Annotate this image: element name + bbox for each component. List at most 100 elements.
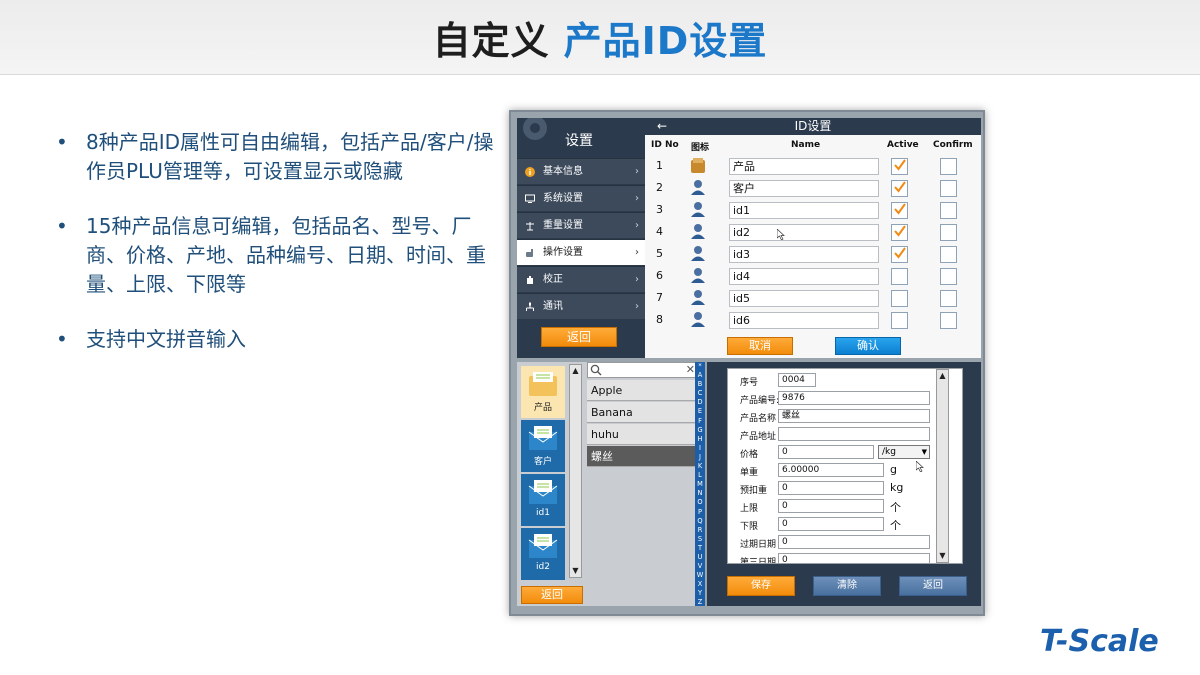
alpha-letter[interactable]: Y: [695, 589, 705, 598]
alpha-letter[interactable]: F: [695, 417, 705, 426]
detail-back-button[interactable]: 返回: [899, 576, 967, 596]
menu-item-operation[interactable]: 操作设置 ›: [517, 239, 645, 265]
field-input-address[interactable]: [778, 427, 930, 441]
search-icon: [590, 364, 602, 376]
list-item[interactable]: huhu: [587, 424, 699, 445]
alpha-letter[interactable]: N: [695, 489, 705, 498]
active-checkbox[interactable]: [891, 246, 908, 263]
field-input-lower-limit[interactable]: 0: [778, 517, 884, 531]
alpha-letter[interactable]: B: [695, 380, 705, 389]
clear-search-icon[interactable]: ✕: [686, 363, 695, 377]
tile-scrollbar[interactable]: ▲ ▼: [569, 364, 582, 578]
mouse-cursor-icon: [777, 229, 785, 240]
clear-button[interactable]: 清除: [813, 576, 881, 596]
confirm-checkbox[interactable]: [940, 312, 957, 329]
field-input-name[interactable]: 螺丝: [778, 409, 930, 423]
alpha-letter[interactable]: G: [695, 426, 705, 435]
tile-product[interactable]: 产品: [521, 366, 565, 418]
alpha-letter[interactable]: C: [695, 389, 705, 398]
id-row: 6 id4: [645, 265, 981, 287]
active-checkbox[interactable]: [891, 158, 908, 175]
confirm-checkbox[interactable]: [940, 224, 957, 241]
active-checkbox[interactable]: [891, 290, 908, 307]
id-name-field[interactable]: id4: [729, 268, 879, 285]
menu-item-label: 校正: [543, 274, 563, 285]
menu-item-basic-info[interactable]: 基本信息 ›: [517, 158, 645, 184]
menu-item-system[interactable]: 系统设置 ›: [517, 185, 645, 211]
alpha-letter[interactable]: K: [695, 462, 705, 471]
product-list-panel: 产品 客户 id1 id2 ▲ ▼ ✕ Apple Banana huhu 螺丝…: [517, 362, 699, 606]
field-input-tare[interactable]: 0: [778, 481, 884, 495]
alpha-letter[interactable]: U: [695, 553, 705, 562]
cancel-button[interactable]: 取消: [727, 337, 793, 355]
confirm-checkbox[interactable]: [940, 290, 957, 307]
field-input-price[interactable]: 0: [778, 445, 874, 459]
active-checkbox[interactable]: [891, 312, 908, 329]
price-unit-select[interactable]: /kg ▼: [878, 445, 930, 459]
scroll-down-icon[interactable]: ▼: [570, 565, 581, 577]
alpha-letter[interactable]: W: [695, 571, 705, 580]
alpha-letter[interactable]: J: [695, 453, 705, 462]
alpha-letter[interactable]: R: [695, 526, 705, 535]
field-input-serial[interactable]: 0004: [778, 373, 816, 387]
id-name-field[interactable]: 客户: [729, 180, 879, 197]
alpha-letter[interactable]: *: [695, 362, 705, 371]
confirm-checkbox[interactable]: [940, 158, 957, 175]
confirm-button[interactable]: 确认: [835, 337, 901, 355]
scroll-up-icon[interactable]: ▲: [570, 365, 581, 377]
tile-id1[interactable]: id1: [521, 474, 565, 526]
save-button[interactable]: 保存: [727, 576, 795, 596]
person-icon: [691, 290, 705, 305]
alpha-letter[interactable]: X: [695, 580, 705, 589]
alpha-letter[interactable]: V: [695, 562, 705, 571]
tile-id2[interactable]: id2: [521, 528, 565, 580]
alpha-letter[interactable]: S: [695, 535, 705, 544]
search-input[interactable]: ✕: [587, 362, 699, 378]
alpha-letter[interactable]: D: [695, 398, 705, 407]
id-number: 6: [656, 269, 663, 282]
confirm-checkbox[interactable]: [940, 202, 957, 219]
id-name-field[interactable]: id1: [729, 202, 879, 219]
list-item[interactable]: 螺丝: [587, 446, 699, 467]
id-name-field[interactable]: id5: [729, 290, 879, 307]
alpha-letter[interactable]: P: [695, 508, 705, 517]
menu-item-comm[interactable]: 通讯 ›: [517, 293, 645, 319]
alphabet-index[interactable]: * A B C D E F G H I J K L M N O P Q R S …: [695, 362, 705, 606]
alpha-letter[interactable]: Q: [695, 517, 705, 526]
alpha-letter[interactable]: O: [695, 498, 705, 507]
id-name-field[interactable]: id6: [729, 312, 879, 329]
alpha-letter[interactable]: E: [695, 407, 705, 416]
alpha-letter[interactable]: M: [695, 480, 705, 489]
field-input-third-date[interactable]: 0: [778, 553, 930, 563]
field-input-expiry-date[interactable]: 0: [778, 535, 930, 549]
menu-back-button[interactable]: 返回: [541, 327, 617, 347]
alpha-letter[interactable]: A: [695, 371, 705, 380]
field-input-code[interactable]: 9876: [778, 391, 930, 405]
confirm-checkbox[interactable]: [940, 180, 957, 197]
confirm-checkbox[interactable]: [940, 246, 957, 263]
alpha-letter[interactable]: I: [695, 444, 705, 453]
active-checkbox[interactable]: [891, 202, 908, 219]
alpha-letter[interactable]: Z: [695, 598, 705, 607]
list-back-button[interactable]: 返回: [521, 586, 583, 604]
alpha-letter[interactable]: H: [695, 435, 705, 444]
active-checkbox[interactable]: [891, 224, 908, 241]
id-name-field[interactable]: id3: [729, 246, 879, 263]
form-scrollbar[interactable]: ▲ ▼: [936, 369, 949, 563]
scroll-down-icon[interactable]: ▼: [937, 550, 948, 562]
menu-item-weight[interactable]: 重量设置 ›: [517, 212, 645, 238]
menu-item-calibrate[interactable]: 校正 ›: [517, 266, 645, 292]
list-item[interactable]: Apple: [587, 380, 699, 401]
list-item[interactable]: Banana: [587, 402, 699, 423]
field-input-upper-limit[interactable]: 0: [778, 499, 884, 513]
active-checkbox[interactable]: [891, 180, 908, 197]
scroll-up-icon[interactable]: ▲: [937, 370, 948, 382]
alpha-letter[interactable]: T: [695, 544, 705, 553]
id-name-field[interactable]: id2: [729, 224, 879, 241]
alpha-letter[interactable]: L: [695, 471, 705, 480]
id-name-field[interactable]: 产品: [729, 158, 879, 175]
tile-customer[interactable]: 客户: [521, 420, 565, 472]
field-input-unit-weight[interactable]: 6.00000: [778, 463, 884, 477]
confirm-checkbox[interactable]: [940, 268, 957, 285]
active-checkbox[interactable]: [891, 268, 908, 285]
